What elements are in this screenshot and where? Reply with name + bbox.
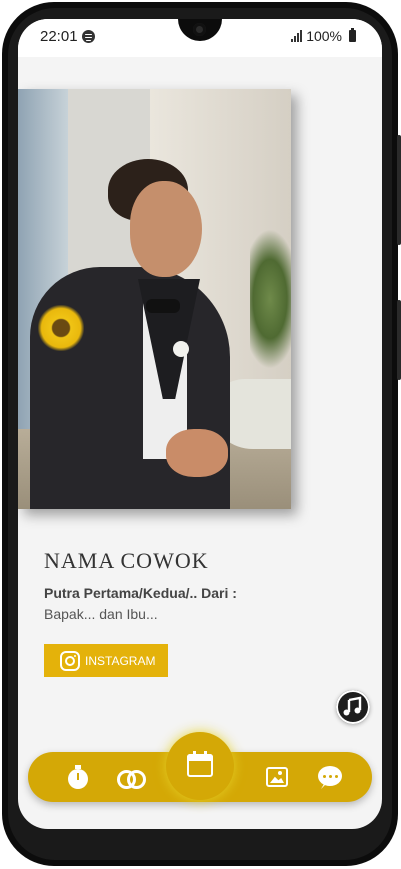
stopwatch-icon[interactable] xyxy=(66,765,90,789)
spotify-icon xyxy=(82,30,95,43)
status-right: 100% xyxy=(291,28,356,44)
signal-icon xyxy=(291,30,303,42)
instagram-label: INSTAGRAM xyxy=(85,653,156,668)
calendar-button[interactable] xyxy=(166,732,234,800)
parent-title: Putra Pertama/Kedua/.. Dari : xyxy=(44,585,237,601)
parent-names: Bapak... dan Ibu... xyxy=(44,606,158,622)
instagram-icon xyxy=(60,650,80,671)
groom-name: NAMA COWOK xyxy=(44,548,209,573)
photo-bow-tie xyxy=(146,299,180,313)
calendar-icon xyxy=(187,751,213,777)
battery-icon xyxy=(349,28,356,42)
battery-percent: 100% xyxy=(306,28,342,44)
instagram-button[interactable]: INSTAGRAM xyxy=(44,644,168,677)
screen: 22:01 100% NAMA COWOK Putra Pertama/Kedu… xyxy=(18,19,382,829)
photo-sunflower xyxy=(38,305,84,351)
power-button xyxy=(397,300,401,380)
groom-photo xyxy=(18,89,291,509)
music-note-icon xyxy=(343,696,362,716)
camera-icon xyxy=(193,23,206,36)
photo-hands xyxy=(166,429,228,477)
bottom-nav xyxy=(28,732,372,802)
volume-button xyxy=(397,135,401,245)
gallery-icon[interactable] xyxy=(265,765,289,789)
chat-icon[interactable] xyxy=(318,765,342,789)
photo-plant xyxy=(250,229,291,369)
rings-icon[interactable] xyxy=(117,765,146,789)
music-toggle-button[interactable] xyxy=(336,690,370,724)
photo-face xyxy=(130,181,202,277)
status-time: 22:01 xyxy=(40,28,78,45)
photo-boutonniere xyxy=(173,341,189,357)
